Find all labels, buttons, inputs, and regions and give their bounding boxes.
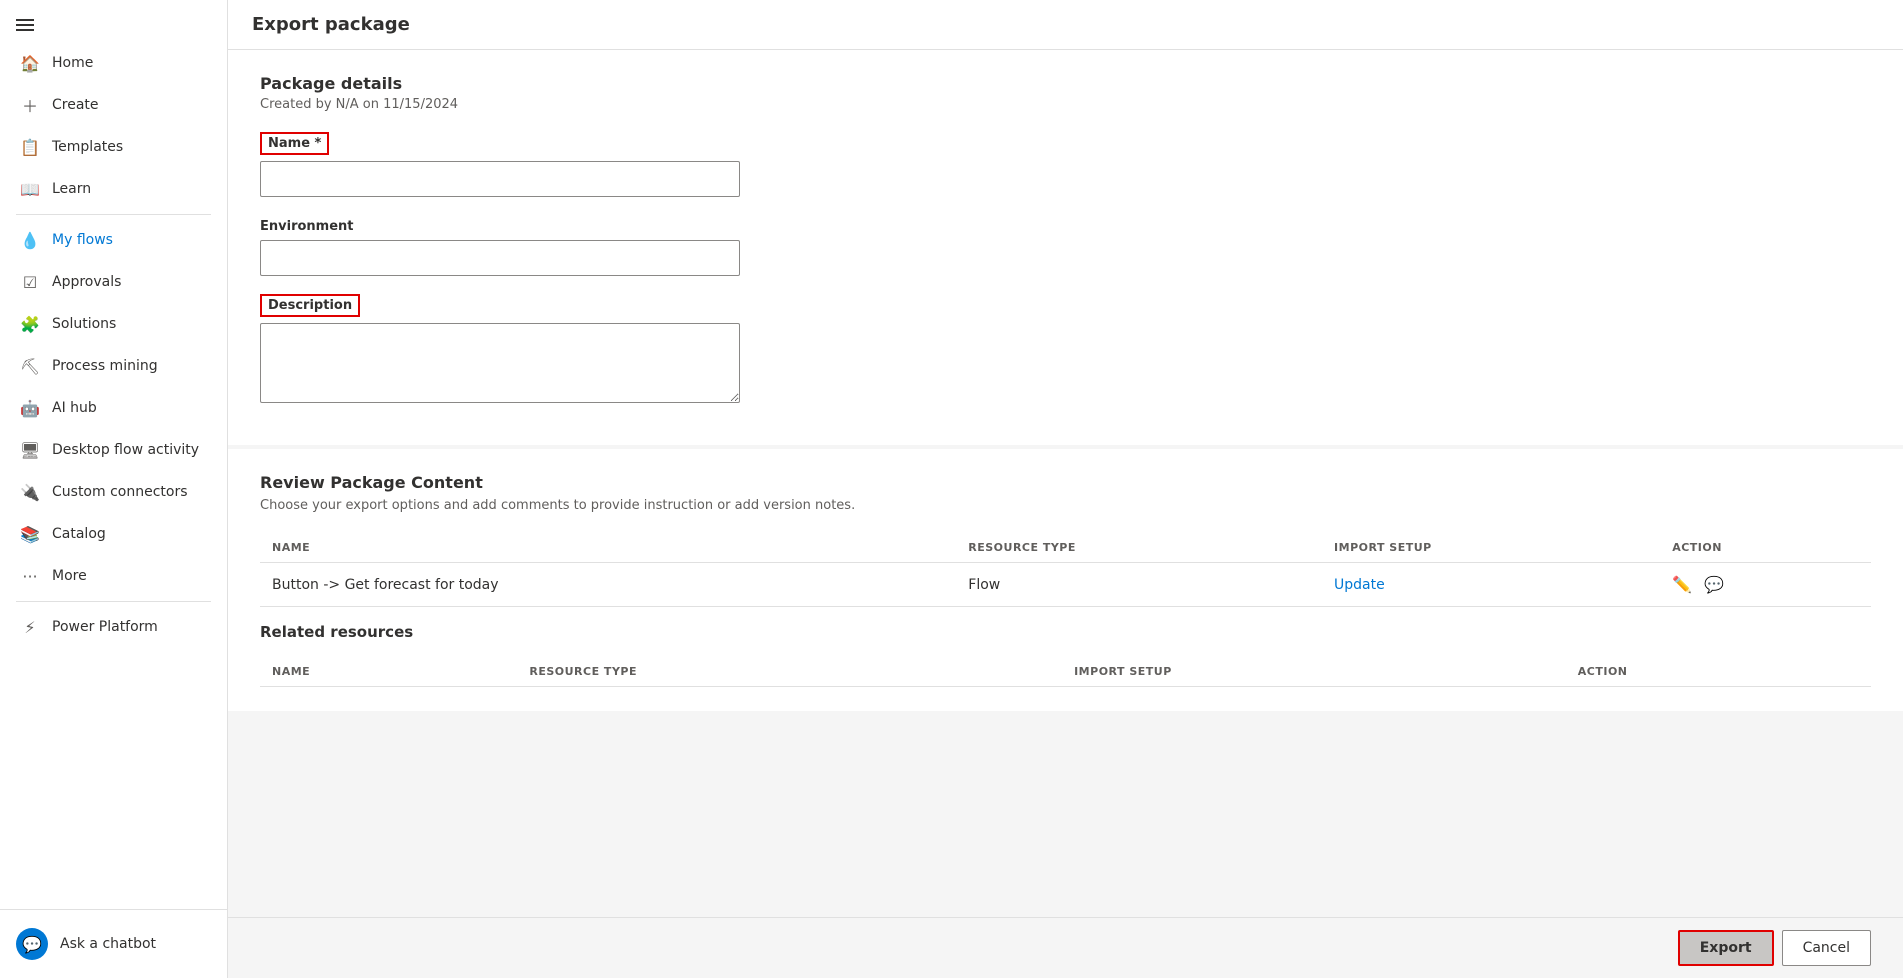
export-button[interactable]: Export — [1678, 930, 1774, 966]
page-header: Export package — [228, 0, 1903, 50]
sidebar-item-ai-hub[interactable]: 🤖 AI hub — [4, 388, 223, 428]
power-platform-icon: ⚡ — [20, 617, 40, 637]
sidebar-item-catalog[interactable]: 📚 Catalog — [4, 514, 223, 554]
table-header-row: NAME RESOURCE TYPE IMPORT SETUP ACTION — [260, 533, 1871, 563]
table-row: Button -> Get forecast for today Flow Up… — [260, 563, 1871, 607]
related-col-import-setup: IMPORT SETUP — [1062, 657, 1566, 687]
desktop-flow-icon: 🖥 — [20, 440, 40, 460]
review-package-section: Review Package Content Choose your expor… — [228, 449, 1903, 711]
more-icon: ··· — [20, 566, 40, 586]
review-title: Review Package Content — [260, 473, 1871, 492]
related-col-resource-type: RESOURCE TYPE — [517, 657, 1062, 687]
page-title: Export package — [252, 14, 1879, 35]
package-details-title: Package details — [260, 74, 1871, 93]
sidebar-label-learn: Learn — [52, 181, 91, 197]
learn-icon: 📖 — [20, 179, 40, 199]
footer-bar: Export Cancel — [228, 917, 1903, 978]
description-label: Description — [260, 294, 360, 317]
sidebar-label-create: Create — [52, 97, 99, 113]
sidebar-item-custom-connectors[interactable]: 🔌 Custom connectors — [4, 472, 223, 512]
sidebar: 🏠 Home ＋ Create 📋 Templates 📖 Learn 💧 My… — [0, 0, 228, 978]
package-details-section: Package details Created by N/A on 11/15/… — [228, 50, 1903, 445]
sidebar-item-home[interactable]: 🏠 Home — [4, 43, 223, 83]
col-header-import-setup: IMPORT SETUP — [1322, 533, 1660, 563]
row-import-setup: Update — [1322, 563, 1660, 607]
related-header-row: NAME RESOURCE TYPE IMPORT SETUP ACTION — [260, 657, 1871, 687]
catalog-icon: 📚 — [20, 524, 40, 544]
sidebar-item-process-mining[interactable]: ⛏ Process mining — [4, 346, 223, 386]
sidebar-label-desktop-flow-activity: Desktop flow activity — [52, 442, 199, 458]
chatbot-label: Ask a chatbot — [60, 936, 156, 952]
import-setup-link[interactable]: Update — [1334, 577, 1385, 593]
sidebar-label-ai-hub: AI hub — [52, 400, 97, 416]
section-spacer — [260, 607, 1871, 623]
package-content-table: NAME RESOURCE TYPE IMPORT SETUP ACTION B… — [260, 533, 1871, 607]
related-col-name: NAME — [260, 657, 517, 687]
sidebar-item-more[interactable]: ··· More — [4, 556, 223, 596]
related-col-action: ACTION — [1566, 657, 1871, 687]
approvals-icon: ☑ — [20, 272, 40, 292]
description-input[interactable] — [260, 323, 740, 403]
related-resources-title: Related resources — [260, 623, 1871, 641]
action-icons: ✏️ 💬 — [1672, 575, 1859, 594]
chatbot-button[interactable]: 💬 Ask a chatbot — [0, 918, 227, 970]
sidebar-item-approvals[interactable]: ☑ Approvals — [4, 262, 223, 302]
row-resource-type: Flow — [956, 563, 1322, 607]
sidebar-divider — [16, 214, 211, 215]
environment-label: Environment — [260, 219, 354, 234]
custom-connectors-icon: 🔌 — [20, 482, 40, 502]
related-resources-table: NAME RESOURCE TYPE IMPORT SETUP ACTION — [260, 657, 1871, 687]
templates-icon: 📋 — [20, 137, 40, 157]
sidebar-item-create[interactable]: ＋ Create — [4, 85, 223, 125]
sidebar-label-catalog: Catalog — [52, 526, 106, 542]
sidebar-item-solutions[interactable]: 🧩 Solutions — [4, 304, 223, 344]
sidebar-divider-2 — [16, 601, 211, 602]
sidebar-bottom: 💬 Ask a chatbot — [0, 909, 227, 978]
cancel-button[interactable]: Cancel — [1782, 930, 1871, 966]
package-details-subtitle: Created by N/A on 11/15/2024 — [260, 97, 1871, 112]
sidebar-label-my-flows: My flows — [52, 232, 113, 248]
edit-icon[interactable]: ✏️ — [1672, 575, 1692, 594]
hamburger-menu[interactable] — [0, 0, 227, 42]
sidebar-item-my-flows[interactable]: 💧 My flows — [4, 220, 223, 260]
sidebar-item-power-platform[interactable]: ⚡ Power Platform — [4, 607, 223, 647]
comment-icon[interactable]: 💬 — [1704, 575, 1724, 594]
sidebar-label-process-mining: Process mining — [52, 358, 158, 374]
sidebar-item-templates[interactable]: 📋 Templates — [4, 127, 223, 167]
home-icon: 🏠 — [20, 53, 40, 73]
sidebar-label-power-platform: Power Platform — [52, 619, 158, 635]
content-area: Package details Created by N/A on 11/15/… — [228, 50, 1903, 917]
name-label: Name * — [260, 132, 329, 155]
chatbot-icon: 💬 — [16, 928, 48, 960]
environment-input[interactable] — [260, 240, 740, 276]
col-header-name: NAME — [260, 533, 956, 563]
row-action: ✏️ 💬 — [1660, 563, 1871, 607]
review-subtitle: Choose your export options and add comme… — [260, 498, 1871, 513]
sidebar-item-desktop-flow-activity[interactable]: 🖥 Desktop flow activity — [4, 430, 223, 470]
my-flows-icon: 💧 — [20, 230, 40, 250]
description-field-group: Description — [260, 294, 1871, 403]
row-name: Button -> Get forecast for today — [260, 563, 956, 607]
sidebar-label-solutions: Solutions — [52, 316, 116, 332]
main-content: Export package Package details Created b… — [228, 0, 1903, 978]
name-input[interactable] — [260, 161, 740, 197]
col-header-resource-type: RESOURCE TYPE — [956, 533, 1322, 563]
sidebar-item-learn[interactable]: 📖 Learn — [4, 169, 223, 209]
create-icon: ＋ — [20, 95, 40, 115]
sidebar-label-custom-connectors: Custom connectors — [52, 484, 188, 500]
name-field-group: Name * — [260, 132, 1871, 197]
hamburger-icon — [16, 16, 34, 34]
col-header-action: ACTION — [1660, 533, 1871, 563]
sidebar-label-approvals: Approvals — [52, 274, 121, 290]
sidebar-label-home: Home — [52, 55, 93, 71]
sidebar-label-more: More — [52, 568, 87, 584]
sidebar-label-templates: Templates — [52, 139, 123, 155]
environment-field-group: Environment — [260, 215, 1871, 276]
solutions-icon: 🧩 — [20, 314, 40, 334]
process-mining-icon: ⛏ — [20, 356, 40, 376]
ai-hub-icon: 🤖 — [20, 398, 40, 418]
